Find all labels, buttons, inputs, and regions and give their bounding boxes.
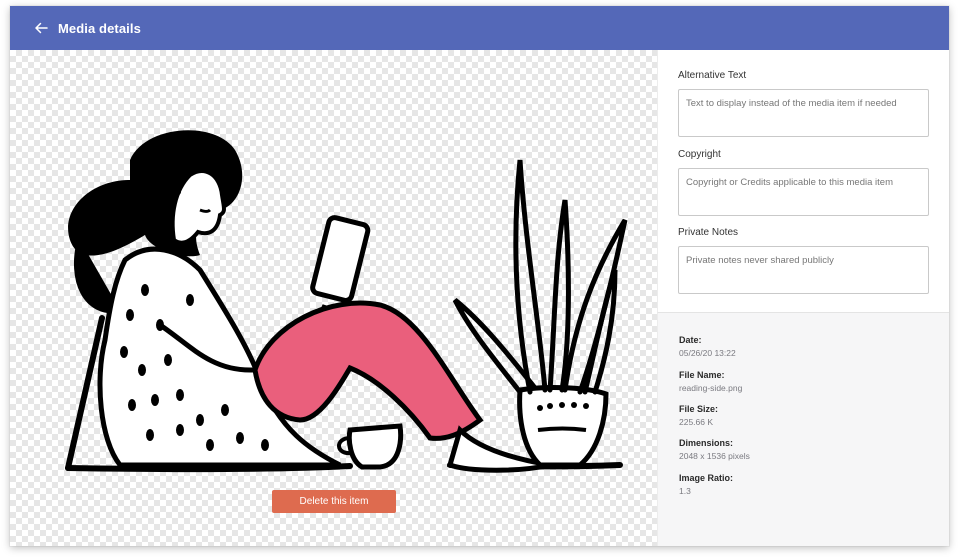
- copyright-field-group: Copyright Copyright or Credits applicabl…: [678, 149, 929, 216]
- file-metadata: Date: 05/26/20 13:22 File Name: reading-…: [657, 312, 949, 546]
- meta-date: Date: 05/26/20 13:22: [679, 335, 736, 358]
- delete-button[interactable]: Delete this item: [272, 490, 396, 513]
- meta-dimensions-label: Dimensions:: [679, 438, 734, 448]
- meta-dimensions-value: 2048 x 1536 pixels: [679, 451, 750, 461]
- header-bar: Media details: [10, 6, 949, 50]
- media-details-window: Media details Delete this item Alternati…: [10, 6, 949, 546]
- meta-file-name: File Name: reading-side.png: [679, 370, 742, 393]
- copyright-input[interactable]: Copyright or Credits applicable to this …: [678, 168, 929, 216]
- meta-file-name-value: reading-side.png: [679, 383, 743, 393]
- meta-date-value: 05/26/20 13:22: [679, 348, 736, 358]
- alt-text-input[interactable]: Text to display instead of the media ite…: [678, 89, 929, 137]
- page-title: Media details: [58, 20, 141, 36]
- back-arrow-icon[interactable]: [30, 17, 52, 39]
- media-image: [65, 130, 628, 473]
- meta-dimensions: Dimensions: 2048 x 1536 pixels: [679, 438, 750, 461]
- alt-text-label: Alternative Text: [678, 70, 747, 81]
- meta-aspect-ratio-label: Image Ratio:: [679, 473, 734, 483]
- meta-aspect-ratio-value: 1.3: [679, 486, 691, 496]
- meta-file-name-label: File Name:: [679, 370, 725, 380]
- private-notes-field-group: Private Notes Private notes never shared…: [678, 227, 929, 294]
- alt-text-field-group: Alternative Text Text to display instead…: [678, 70, 929, 137]
- private-notes-input[interactable]: Private notes never shared publicly: [678, 246, 929, 294]
- meta-file-size-label: File Size:: [679, 404, 719, 414]
- meta-aspect-ratio: Image Ratio: 1.3: [679, 473, 733, 496]
- meta-file-size: File Size: 225.66 K: [679, 404, 718, 427]
- media-preview: Delete this item: [10, 50, 657, 546]
- meta-file-size-value: 225.66 K: [679, 417, 714, 427]
- copyright-label: Copyright: [678, 149, 721, 160]
- meta-date-label: Date:: [679, 335, 702, 345]
- private-notes-label: Private Notes: [678, 227, 739, 238]
